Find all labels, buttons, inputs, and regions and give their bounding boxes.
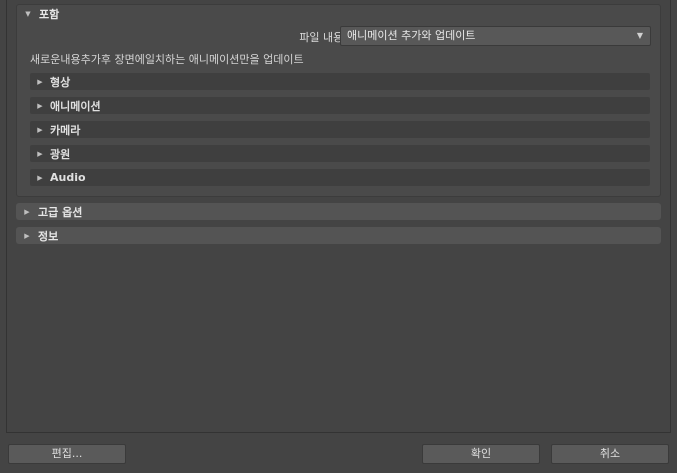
triangle-right-icon: ▶ xyxy=(37,125,43,134)
include-section-header[interactable]: ▼ 포함 xyxy=(17,5,660,22)
advanced-options-header[interactable]: ▶ 고급 옵션 xyxy=(16,203,661,220)
subsection-lights[interactable]: ▶ 광원 xyxy=(30,145,650,162)
info-header[interactable]: ▶ 정보 xyxy=(16,227,661,244)
include-description: 새로운내용추가후 장면에일치하는 애니메이션만을 업데이트 xyxy=(30,53,304,66)
subsection-shapes[interactable]: ▶ 형상 xyxy=(30,73,650,90)
subsection-label: 카메라 xyxy=(50,123,81,137)
triangle-right-icon: ▶ xyxy=(37,101,43,110)
ok-button[interactable]: 확인 xyxy=(422,444,540,464)
info-section[interactable]: ▶ 정보 xyxy=(16,227,661,244)
subsection-label: 광원 xyxy=(50,147,71,161)
triangle-down-icon: ▼ xyxy=(25,9,31,18)
triangle-right-icon: ▶ xyxy=(37,173,43,182)
triangle-right-icon: ▶ xyxy=(24,207,30,216)
subsection-label: Audio xyxy=(50,171,86,184)
triangle-right-icon: ▶ xyxy=(37,77,43,86)
triangle-right-icon: ▶ xyxy=(24,231,30,240)
subsection-audio[interactable]: ▶ Audio xyxy=(30,169,650,186)
subsection-camera[interactable]: ▶ 카메라 xyxy=(30,121,650,138)
subsection-animation[interactable]: ▶ 애니메이션 xyxy=(30,97,650,114)
info-title: 정보 xyxy=(38,229,59,243)
include-section: ▼ 포함 파일 내용: 애니메이션 추가와 업데이트 ▼ 새로운내용추가후 장면… xyxy=(16,4,661,197)
file-content-row: 파일 내용: 애니메이션 추가와 업데이트 ▼ xyxy=(17,26,660,46)
subsection-label: 형상 xyxy=(50,75,71,89)
chevron-down-icon: ▼ xyxy=(636,31,643,40)
subsection-label: 애니메이션 xyxy=(50,99,101,113)
cancel-button[interactable]: 취소 xyxy=(551,444,669,464)
triangle-right-icon: ▶ xyxy=(37,149,43,158)
edit-button[interactable]: 편집... xyxy=(8,444,126,464)
advanced-options-title: 고급 옵션 xyxy=(38,205,83,219)
file-content-dropdown[interactable]: 애니메이션 추가와 업데이트 ▼ xyxy=(340,26,651,46)
advanced-options-section[interactable]: ▶ 고급 옵션 xyxy=(16,203,661,220)
file-content-value: 애니메이션 추가와 업데이트 xyxy=(347,29,476,42)
include-section-title: 포함 xyxy=(39,7,60,21)
